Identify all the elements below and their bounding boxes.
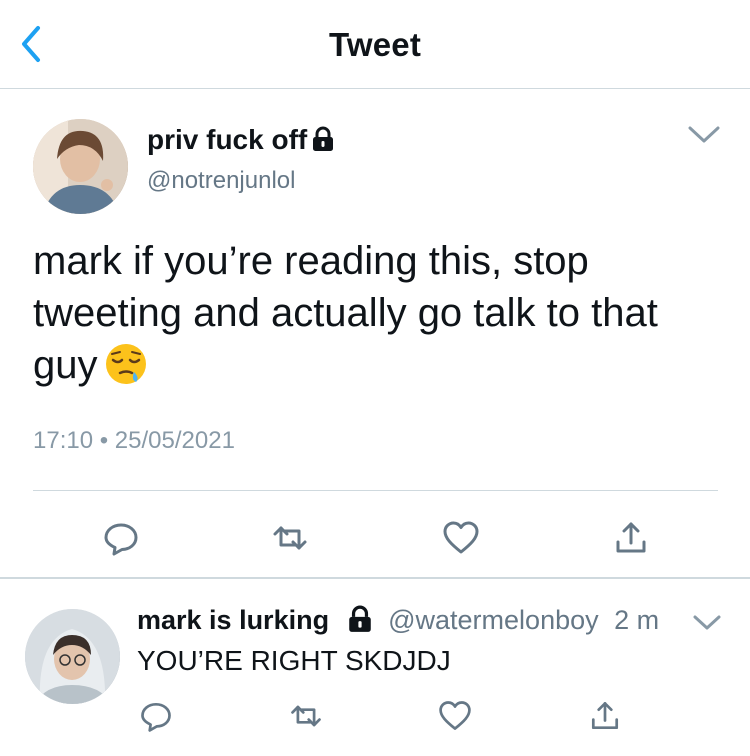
reply-avatar[interactable]: [25, 609, 120, 704]
reply-display-name[interactable]: mark is lurking: [137, 605, 329, 635]
heart-icon: [443, 521, 479, 554]
top-bar: Tweet: [0, 0, 750, 89]
reply-tweet[interactable]: mark is lurking @watermelonboy 2 m YOU’R…: [0, 579, 750, 756]
heart-icon: [439, 701, 471, 730]
avatar[interactable]: [33, 119, 128, 214]
retweet-button[interactable]: [288, 698, 324, 734]
like-button[interactable]: [441, 518, 481, 558]
retweet-icon: [291, 705, 321, 727]
divider: [33, 490, 718, 491]
sleepy-face-emoji: [105, 344, 146, 384]
display-name-text: priv fuck off: [147, 124, 308, 155]
retweet-icon: [273, 526, 307, 550]
page-title: Tweet: [328, 26, 422, 63]
share-icon: [591, 702, 619, 730]
reply-time[interactable]: 2 m: [614, 605, 659, 635]
avatar-image: [33, 119, 128, 214]
reply-avatar-image: [25, 609, 120, 704]
tweet-timestamp[interactable]: 17:10 • 25/05/2021: [33, 427, 235, 455]
reply-icon: [141, 702, 171, 732]
lock-icon: [313, 126, 334, 151]
like-button[interactable]: [437, 698, 473, 734]
reply-header: mark is lurking @watermelonboy 2 m: [137, 605, 742, 636]
more-options-button[interactable]: [686, 123, 722, 147]
share-button[interactable]: [587, 698, 623, 734]
main-tweet: priv fuck off @notrenjunlol mark if you’…: [0, 89, 750, 577]
share-icon: [616, 522, 646, 553]
retweet-button[interactable]: [270, 518, 310, 558]
reply-handle[interactable]: @watermelonboy: [388, 605, 599, 635]
share-button[interactable]: [611, 518, 651, 558]
reply-button[interactable]: [101, 518, 141, 558]
reply-button[interactable]: [138, 698, 174, 734]
chevron-down-icon: [688, 126, 720, 143]
reply-text: YOU’RE RIGHT SKDJDJ: [137, 645, 451, 676]
lock-icon: [348, 605, 371, 632]
handle[interactable]: @notrenjunlol: [147, 167, 295, 195]
display-name[interactable]: priv fuck off: [147, 124, 335, 156]
tweet-text: mark if you’re reading this, stop tweeti…: [33, 235, 723, 391]
reply-icon: [104, 523, 138, 556]
chevron-down-icon: [693, 615, 721, 630]
reply-more-options-button[interactable]: [692, 613, 722, 633]
